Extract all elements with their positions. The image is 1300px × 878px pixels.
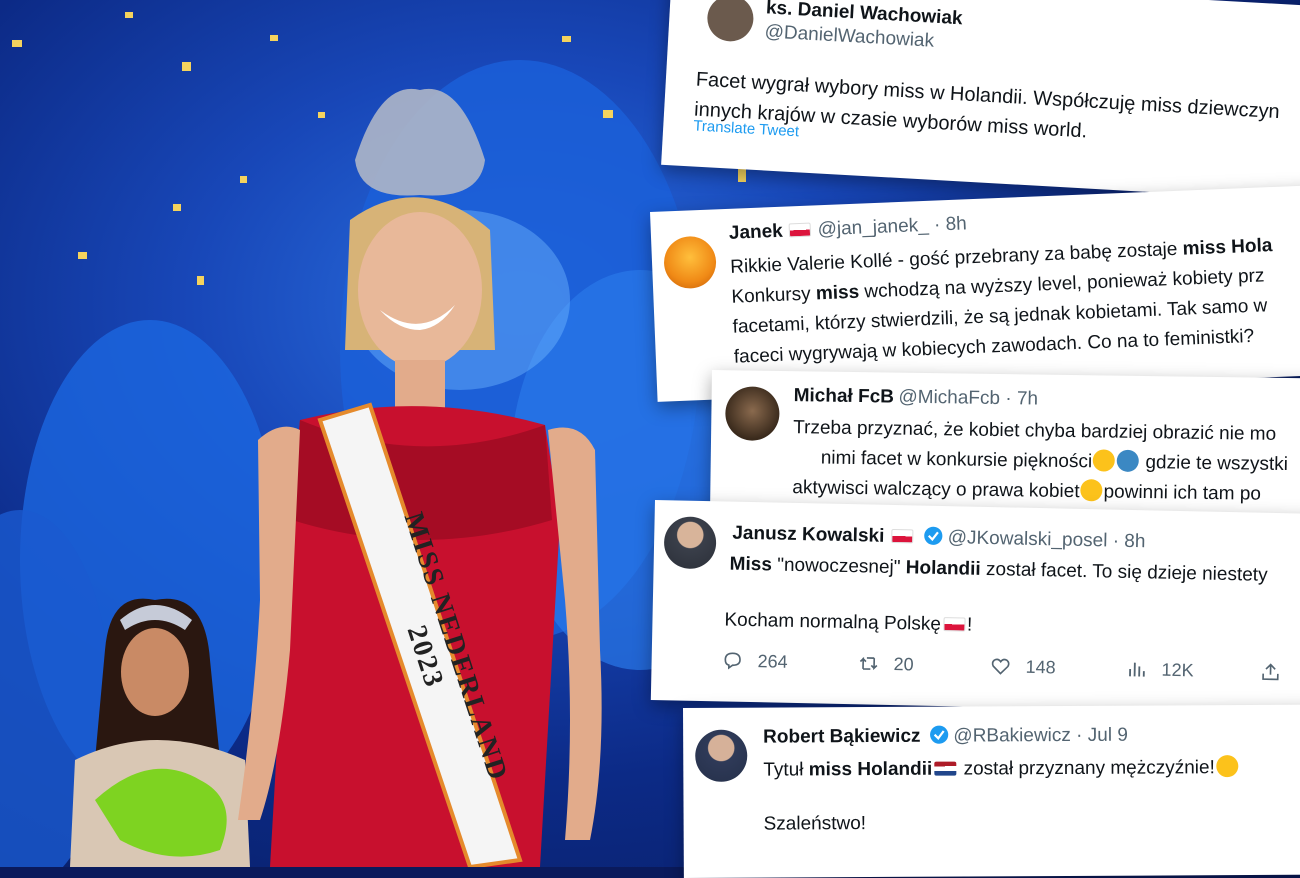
author-handle[interactable]: @JKowalski_posel · 8h <box>947 527 1145 552</box>
tweet-card-bakiewicz[interactable]: Robert Bąkiewicz @RBakiewicz · Jul 9 Tyt… <box>683 704 1300 878</box>
heart-icon <box>991 658 1010 675</box>
author-name[interactable]: Janusz Kowalski <box>732 523 884 547</box>
retweet-button[interactable]: 20 <box>857 652 914 675</box>
tweet-text-line: Kocham normalną Polskę! <box>724 609 973 636</box>
avatar[interactable] <box>663 516 717 570</box>
poland-flag-icon <box>788 222 812 238</box>
tweet-text-line: Szaleństwo! <box>763 813 867 835</box>
analytics-icon <box>1129 662 1145 677</box>
tweet-text-line: Miss "nowoczesnej" Holandii został facet… <box>729 553 1268 586</box>
author-handle[interactable]: @MichaFcb · 7h <box>898 387 1038 410</box>
tweet-text-line: Tytuł miss Holandii został przyznany męż… <box>763 753 1239 784</box>
avatar[interactable] <box>706 0 755 43</box>
laughing-emoji-icon <box>1080 479 1103 502</box>
netherlands-flag-icon <box>934 761 957 776</box>
tweet-card-kowalski[interactable]: Janusz Kowalski @JKowalski_posel · 8h Mi… <box>650 500 1300 715</box>
avatar[interactable] <box>663 235 718 290</box>
avatar[interactable] <box>725 386 780 441</box>
reply-button[interactable]: 264 <box>721 649 788 672</box>
poland-flag-icon <box>942 617 966 632</box>
avatar[interactable] <box>695 729 748 782</box>
share-icon <box>1262 663 1279 681</box>
retweet-icon <box>859 656 878 671</box>
verified-badge-icon <box>929 725 949 744</box>
grin-emoji-icon <box>1093 449 1116 472</box>
author-handle[interactable]: @RBakiewicz · Jul 9 <box>953 725 1128 747</box>
verified-badge-icon <box>924 526 943 545</box>
views-button[interactable]: 12K <box>1125 658 1194 681</box>
author-name[interactable]: Michał FcB <box>794 385 895 407</box>
like-button[interactable]: 148 <box>989 655 1056 678</box>
tweet-text-line: aktywisci walczący o prawa kobiet powinni… <box>792 477 1262 505</box>
facepalm-emoji-icon <box>1117 449 1140 472</box>
author-name[interactable]: Robert Bąkiewicz <box>763 726 920 748</box>
tweet-card-janek[interactable]: Janek @jan_janek_ · 8h Rikkie Valerie Ko… <box>650 184 1300 402</box>
author-name[interactable]: Janek <box>728 221 783 244</box>
reply-icon <box>724 652 741 670</box>
share-button[interactable] <box>1259 661 1281 683</box>
author-handle[interactable]: @jan_janek_ · 8h <box>817 213 967 240</box>
poland-flag-icon <box>890 528 913 544</box>
upside-down-face-emoji-icon <box>1215 755 1238 778</box>
